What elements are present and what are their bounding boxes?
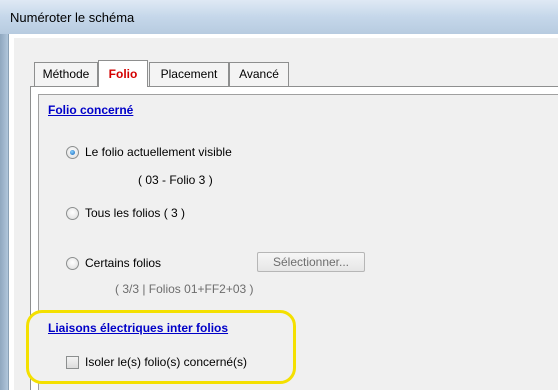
tab-methode[interactable]: Méthode (34, 62, 98, 86)
some-folios-detail: ( 3/3 | Folios 01+FF2+03 ) (115, 282, 254, 296)
radio-some-folios-label: Certains folios (85, 256, 162, 270)
radio-button-icon (66, 145, 79, 159)
tab-placement[interactable]: Placement (149, 62, 229, 86)
dialog-window: Numéroter le schéma Méthode Folio Placem… (0, 0, 558, 390)
radio-all-folios[interactable]: Tous les folios ( 3 ) (66, 206, 185, 220)
checkbox-icon (66, 355, 79, 369)
radio-some-folios[interactable]: Certains folios (66, 256, 161, 270)
tab-folio[interactable]: Folio (98, 60, 148, 87)
radio-current-folio-label: Le folio actuellement visible (85, 145, 232, 159)
title-bar[interactable]: Numéroter le schéma (0, 0, 558, 34)
select-folios-button[interactable]: Sélectionner... (257, 252, 365, 272)
isolate-folios-label: Isoler le(s) folio(s) concerné(s) (85, 355, 248, 369)
current-folio-detail: ( 03 - Folio 3 ) (138, 173, 213, 187)
radio-current-folio[interactable]: Le folio actuellement visible (66, 145, 232, 159)
section-title-folio: Folio concerné (48, 103, 134, 117)
radio-button-icon (66, 206, 79, 220)
radio-button-icon (66, 256, 79, 270)
tab-avance[interactable]: Avancé (229, 62, 289, 86)
isolate-folios-checkbox[interactable]: Isoler le(s) folio(s) concerné(s) (66, 355, 247, 369)
section-title-links: Liaisons électriques inter folios (48, 321, 229, 335)
window-title: Numéroter le schéma (10, 10, 135, 25)
radio-all-folios-label: Tous les folios ( 3 ) (85, 206, 186, 220)
